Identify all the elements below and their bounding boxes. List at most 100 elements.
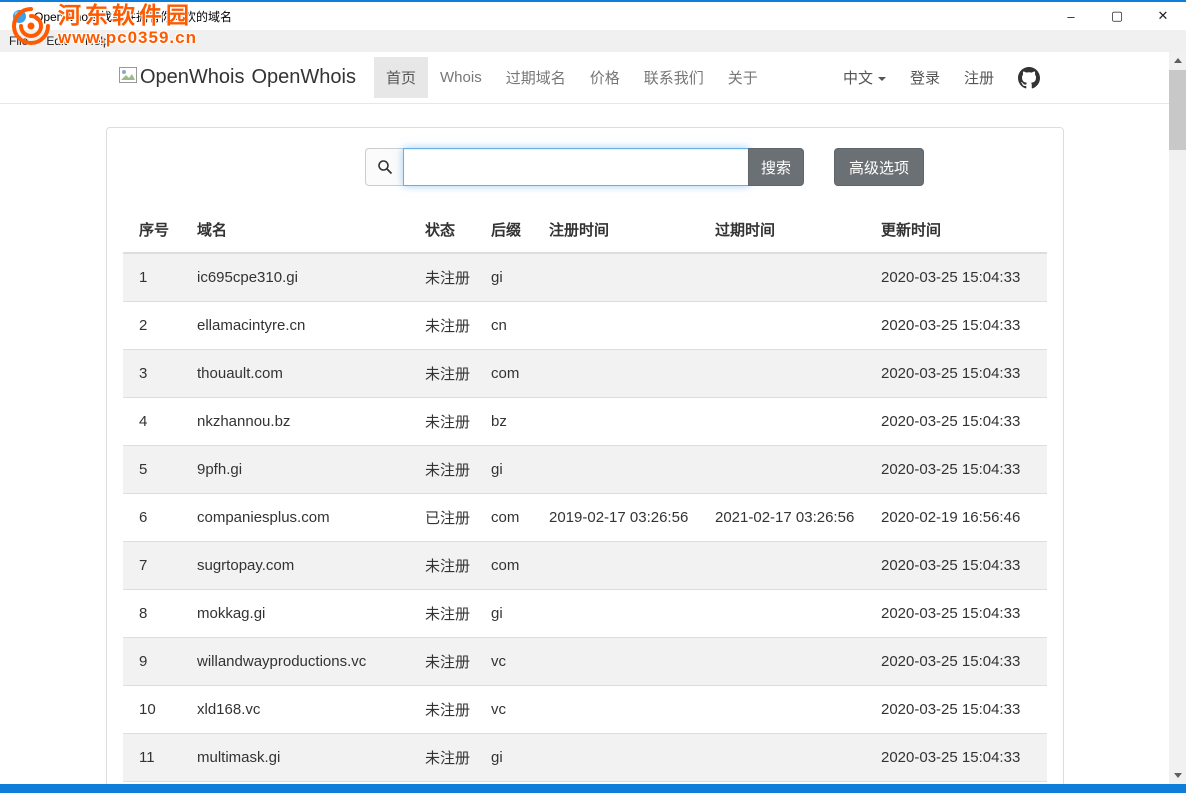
cell-status: 未注册 bbox=[417, 686, 483, 734]
advanced-options-button[interactable]: 高级选项 bbox=[834, 148, 924, 186]
github-icon[interactable] bbox=[1018, 67, 1040, 89]
cell-index: 7 bbox=[123, 542, 189, 590]
menu-help[interactable]: Help bbox=[76, 30, 119, 52]
cell-status: 未注册 bbox=[417, 398, 483, 446]
cell-suffix: com bbox=[483, 350, 541, 398]
cell-updated: 2020-03-25 15:04:33 bbox=[873, 302, 1047, 350]
cell-status: 未注册 bbox=[417, 302, 483, 350]
cell-expires bbox=[707, 590, 873, 638]
search-button[interactable]: 搜索 bbox=[748, 148, 804, 186]
cell-registered bbox=[541, 686, 707, 734]
cell-suffix: com bbox=[483, 494, 541, 542]
cell-status: 未注册 bbox=[417, 253, 483, 302]
brand-alt-text: OpenWhois bbox=[140, 66, 245, 89]
cell-domain: mokkag.gi bbox=[189, 590, 417, 638]
cell-domain: ellamacintyre.cn bbox=[189, 302, 417, 350]
app-icon bbox=[12, 9, 27, 24]
table-row: 8mokkag.gi未注册gi2020-03-25 15:04:33 bbox=[123, 590, 1047, 638]
cell-expires bbox=[707, 638, 873, 686]
login-link[interactable]: 登录 bbox=[910, 67, 940, 88]
cell-expires bbox=[707, 398, 873, 446]
menu-bar: File Edit Help bbox=[0, 30, 1186, 52]
window-top-border bbox=[0, 0, 1186, 2]
close-button[interactable]: ✕ bbox=[1140, 2, 1186, 30]
cell-index: 11 bbox=[123, 734, 189, 782]
broken-image-icon bbox=[119, 66, 137, 89]
window-bottom-border bbox=[0, 784, 1186, 793]
cell-index: 10 bbox=[123, 686, 189, 734]
column-header-suffix: 后缀 bbox=[483, 207, 541, 253]
nav-item-home[interactable]: 首页 bbox=[374, 57, 428, 98]
cell-domain: sugrtopay.com bbox=[189, 542, 417, 590]
nav-item-expired-domains[interactable]: 过期域名 bbox=[494, 57, 578, 98]
cell-updated: 2020-03-25 15:04:33 bbox=[873, 350, 1047, 398]
scrollbar-up-arrow[interactable] bbox=[1169, 52, 1186, 69]
cell-updated: 2020-03-25 15:04:33 bbox=[873, 446, 1047, 494]
brand-link[interactable]: OpenWhois OpenWhois bbox=[119, 66, 356, 89]
nav-right-group: 中文 登录 注册 bbox=[843, 67, 1040, 89]
search-input[interactable] bbox=[403, 148, 749, 186]
cell-registered bbox=[541, 734, 707, 782]
cell-registered bbox=[541, 638, 707, 686]
menu-file[interactable]: File bbox=[0, 30, 37, 52]
cell-status: 未注册 bbox=[417, 590, 483, 638]
main-card: 搜索 高级选项 序号域名状态后缀注册时间过期时间更新时间 1ic695cpe31… bbox=[106, 127, 1064, 784]
register-link[interactable]: 注册 bbox=[964, 67, 994, 88]
cell-expires bbox=[707, 734, 873, 782]
cell-registered bbox=[541, 446, 707, 494]
cell-domain: ic695cpe310.gi bbox=[189, 253, 417, 302]
cell-domain: multimask.gi bbox=[189, 734, 417, 782]
cell-index: 5 bbox=[123, 446, 189, 494]
cell-expires: 2021-02-17 03:26:56 bbox=[707, 494, 873, 542]
cell-index: 4 bbox=[123, 398, 189, 446]
minimize-button[interactable]: – bbox=[1048, 2, 1094, 30]
cell-updated: 2020-03-25 15:04:33 bbox=[873, 590, 1047, 638]
chevron-down-icon bbox=[878, 77, 886, 81]
scrollbar-down-arrow[interactable] bbox=[1169, 767, 1186, 784]
cell-registered bbox=[541, 253, 707, 302]
table-header-row: 序号域名状态后缀注册时间过期时间更新时间 bbox=[123, 207, 1047, 253]
cell-suffix: gi bbox=[483, 734, 541, 782]
search-icon bbox=[365, 148, 403, 186]
search-bar: 搜索 高级选项 bbox=[365, 148, 1047, 186]
cell-registered bbox=[541, 302, 707, 350]
table-row: 3thouault.com未注册com2020-03-25 15:04:33 bbox=[123, 350, 1047, 398]
scrollbar-thumb[interactable] bbox=[1169, 70, 1186, 150]
brand-text: OpenWhois bbox=[252, 66, 357, 89]
cell-expires bbox=[707, 302, 873, 350]
table-row: 1ic695cpe310.gi未注册gi2020-03-25 15:04:33 bbox=[123, 253, 1047, 302]
cell-expires bbox=[707, 253, 873, 302]
language-dropdown[interactable]: 中文 bbox=[843, 67, 886, 88]
cell-status: 未注册 bbox=[417, 638, 483, 686]
nav-item-about[interactable]: 关于 bbox=[716, 57, 770, 98]
scrollbar[interactable] bbox=[1169, 52, 1186, 784]
title-bar: OpenWhois 找到并拥有你喜欢的域名 – ▢ ✕ bbox=[0, 2, 1186, 30]
table-row: 11multimask.gi未注册gi2020-03-25 15:04:33 bbox=[123, 734, 1047, 782]
navbar: OpenWhois OpenWhois 首页 Whois 过期域名 价格 联系我… bbox=[0, 52, 1186, 104]
cell-status: 未注册 bbox=[417, 542, 483, 590]
cell-status: 未注册 bbox=[417, 446, 483, 494]
window-title: OpenWhois 找到并拥有你喜欢的域名 bbox=[34, 8, 232, 25]
maximize-button[interactable]: ▢ bbox=[1094, 2, 1140, 30]
column-header-domain: 域名 bbox=[189, 207, 417, 253]
cell-suffix: gi bbox=[483, 253, 541, 302]
nav-item-pricing[interactable]: 价格 bbox=[578, 57, 632, 98]
table-row: 10xld168.vc未注册vc2020-03-25 15:04:33 bbox=[123, 686, 1047, 734]
cell-updated: 2020-02-19 16:56:46 bbox=[873, 494, 1047, 542]
domain-table: 序号域名状态后缀注册时间过期时间更新时间 1ic695cpe310.gi未注册g… bbox=[123, 207, 1047, 784]
cell-registered bbox=[541, 590, 707, 638]
cell-index: 2 bbox=[123, 302, 189, 350]
cell-registered bbox=[541, 542, 707, 590]
menu-edit[interactable]: Edit bbox=[37, 30, 76, 52]
column-header-expires: 过期时间 bbox=[707, 207, 873, 253]
nav-item-contact[interactable]: 联系我们 bbox=[632, 57, 716, 98]
column-header-index: 序号 bbox=[123, 207, 189, 253]
nav-item-whois[interactable]: Whois bbox=[428, 59, 494, 96]
cell-index: 6 bbox=[123, 494, 189, 542]
cell-registered bbox=[541, 398, 707, 446]
cell-expires bbox=[707, 446, 873, 494]
cell-suffix: gi bbox=[483, 590, 541, 638]
table-row: 2ellamacintyre.cn未注册cn2020-03-25 15:04:3… bbox=[123, 302, 1047, 350]
cell-status: 已注册 bbox=[417, 494, 483, 542]
cell-expires bbox=[707, 686, 873, 734]
